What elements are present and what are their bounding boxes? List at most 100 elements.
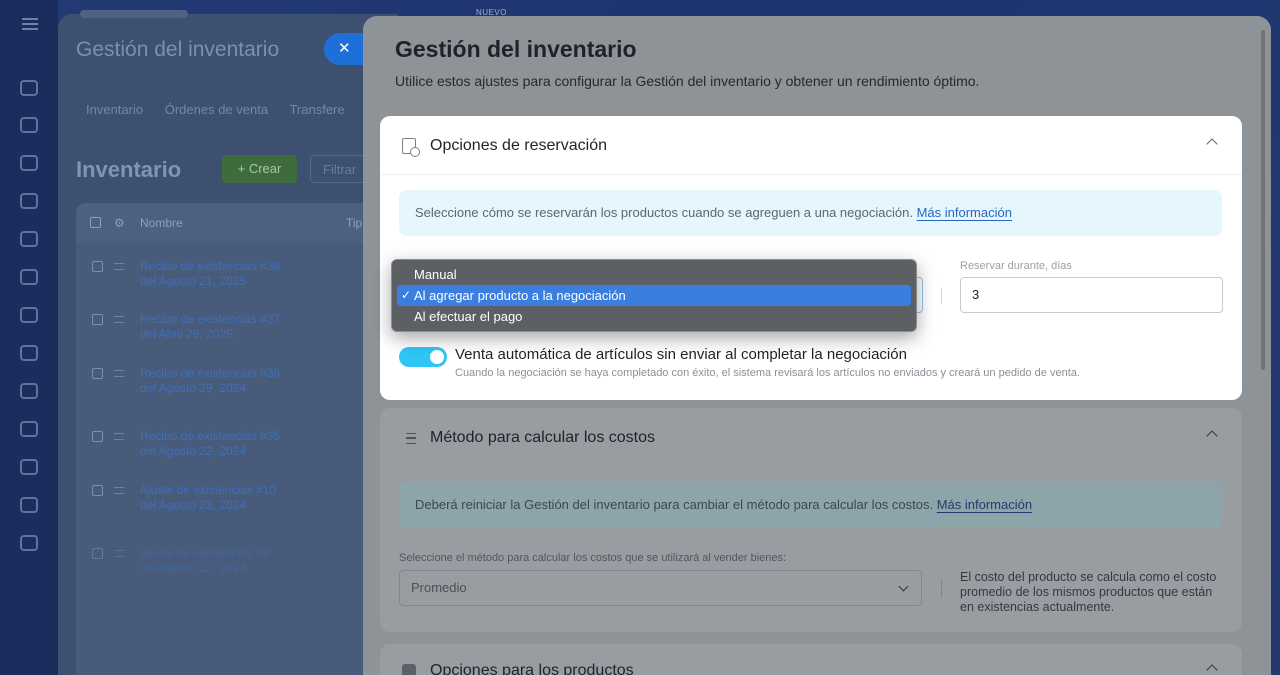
close-slider-button[interactable]: ✕ (324, 33, 364, 65)
row-date: del Agosto 21, 2025 (140, 274, 247, 288)
more-info-link[interactable]: Más información (937, 497, 1032, 512)
row-date: del Agosto 22, 2024 (140, 561, 247, 575)
reserve-days-label: Reservar durante, días (960, 260, 1072, 272)
column-header-name[interactable]: Nombre (140, 216, 183, 230)
filter-input[interactable]: Filtrar (310, 155, 370, 183)
collapse-chevron-icon[interactable] (1206, 430, 1218, 442)
bg-page-title: Gestión del inventario (76, 38, 280, 61)
document-settings-icon (402, 138, 420, 157)
row-date: del Agosto 29, 2024 (140, 381, 247, 395)
row-title[interactable]: Ajuste de existencias #10 (140, 483, 276, 498)
cost-method-card: Método para calcular los costos Deberá r… (380, 408, 1242, 632)
row-checkbox[interactable] (92, 368, 103, 379)
reserve-days-input[interactable]: 3 (960, 277, 1223, 313)
dropdown-option-manual[interactable]: Manual (397, 264, 911, 285)
tab-inventario[interactable]: Inventario (86, 102, 143, 117)
option-label: Manual (414, 267, 457, 282)
cost-method-select[interactable]: Promedio (399, 570, 922, 606)
cost-method-label: Seleccione el método para calcular los c… (399, 552, 787, 564)
auto-sale-hint: Cuando la negociación se haya completado… (455, 367, 1080, 379)
table-header: ⚙ Nombre Tip (76, 203, 376, 243)
left-navigation-rail (0, 0, 58, 675)
row-menu-icon[interactable] (114, 263, 124, 270)
dropdown-option-on-add-product[interactable]: ✓ Al agregar producto a la negociación (397, 285, 911, 306)
cost-method-note: El costo del producto se calcula como el… (960, 570, 1217, 614)
reservation-card-header[interactable]: Opciones de reservación (402, 136, 607, 157)
reservation-info-text: Seleccione cómo se reservarán los produc… (415, 205, 913, 220)
row-checkbox[interactable] (92, 431, 103, 442)
row-checkbox[interactable] (92, 314, 103, 325)
row-date: del Agosto 23, 2024 (140, 498, 247, 512)
row-menu-icon[interactable] (114, 433, 124, 440)
rail-icon-more[interactable] (20, 535, 38, 551)
dropdown-option-on-payment[interactable]: Al efectuar el pago (397, 306, 911, 327)
auto-sale-label[interactable]: Venta automática de artículos sin enviar… (455, 346, 907, 363)
more-info-link[interactable]: Más información (917, 205, 1012, 220)
page-title: Gestión del inventario (395, 36, 637, 62)
row-menu-icon[interactable] (114, 370, 124, 377)
menu-icon[interactable] (22, 18, 38, 30)
row-title[interactable]: Ajuste de existencias #9 (140, 546, 269, 561)
select-all-checkbox[interactable] (90, 217, 101, 228)
cost-method-value: Promedio (411, 580, 467, 595)
rail-icon-settings[interactable] (20, 193, 38, 209)
rail-icon-inventory[interactable] (20, 497, 38, 513)
rail-icon-card[interactable] (20, 345, 38, 361)
row-checkbox[interactable] (92, 548, 103, 559)
row-title[interactable]: Recibo de existencias #36 (140, 366, 280, 381)
reservation-card-title: Opciones de reservación (430, 137, 607, 154)
tab-transferencias[interactable]: Transfere (289, 102, 344, 117)
collapse-chevron-icon[interactable] (1206, 664, 1218, 675)
page-description: Utilice estos ajustes para configurar la… (395, 73, 980, 89)
row-title[interactable]: Recibo de existencias #37 (140, 312, 280, 327)
products-card-title: Opciones para los productos (430, 662, 634, 675)
product-options-card: Opciones para los productos (380, 644, 1242, 675)
column-header-type[interactable]: Tip (346, 216, 362, 230)
row-menu-icon[interactable] (114, 316, 124, 323)
row-menu-icon[interactable] (114, 487, 124, 494)
reservation-mode-dropdown: Manual ✓ Al agregar producto a la negoci… (391, 259, 917, 332)
bg-section-title: Inventario (76, 157, 182, 182)
box-icon (402, 664, 416, 675)
row-date: del Agosto 22, 2024 (140, 444, 247, 458)
rail-icon-mail[interactable] (20, 383, 38, 399)
tab-ordenes-venta[interactable]: Órdenes de venta (165, 102, 268, 117)
rail-icon-check[interactable] (20, 459, 38, 475)
rail-icon-tasks[interactable] (20, 155, 38, 171)
field-separator (941, 580, 942, 598)
cost-info-text: Deberá reiniciar la Gestión del inventar… (415, 497, 934, 512)
row-checkbox[interactable] (92, 261, 103, 272)
row-title[interactable]: Recibo de existencias #38 (140, 259, 280, 274)
products-card-header[interactable]: Opciones para los productos (402, 662, 634, 675)
field-separator (941, 288, 942, 304)
create-button[interactable]: + Crear (222, 155, 297, 183)
cost-info-box: Deberá reiniciar la Gestión del inventar… (399, 482, 1222, 528)
option-label: Al agregar producto a la negociación (414, 288, 626, 303)
rail-icon-screen[interactable] (20, 307, 38, 323)
cost-card-title: Método para calcular los costos (430, 429, 655, 446)
option-label: Al efectuar el pago (414, 309, 523, 324)
rail-icon-calendar[interactable] (20, 231, 38, 247)
row-checkbox[interactable] (92, 485, 103, 496)
cost-card-header[interactable]: Método para calcular los costos (402, 428, 655, 448)
row-menu-icon[interactable] (114, 550, 124, 557)
gear-icon[interactable]: ⚙ (114, 216, 125, 230)
card-divider (380, 174, 1242, 175)
rail-icon-chat[interactable] (20, 117, 38, 133)
bg-tabs: Inventario Órdenes de venta Transfere (86, 102, 363, 117)
panel-scrollbar[interactable] (1261, 30, 1265, 370)
auto-sale-toggle[interactable] (399, 347, 447, 367)
rail-icon-docs[interactable] (20, 269, 38, 285)
collapse-chevron-icon[interactable] (1206, 138, 1218, 150)
reservation-info-box: Seleccione cómo se reservarán los produc… (399, 190, 1222, 236)
documents-table: ⚙ Nombre Tip Recibo de existencias #38 de… (76, 203, 376, 675)
row-title[interactable]: Recibo de existencias #35 (140, 429, 280, 444)
checkmark-icon: ✓ (401, 288, 412, 302)
list-numbered-icon (402, 430, 416, 446)
top-strip (80, 10, 188, 18)
inventory-settings-panel: Gestión del inventario Utilice estos aju… (363, 16, 1271, 675)
row-date: del Abril 29, 2025 (140, 327, 233, 341)
chevron-down-icon (898, 581, 909, 592)
rail-icon-contacts[interactable] (20, 421, 38, 437)
rail-icon-activity[interactable] (20, 80, 38, 96)
